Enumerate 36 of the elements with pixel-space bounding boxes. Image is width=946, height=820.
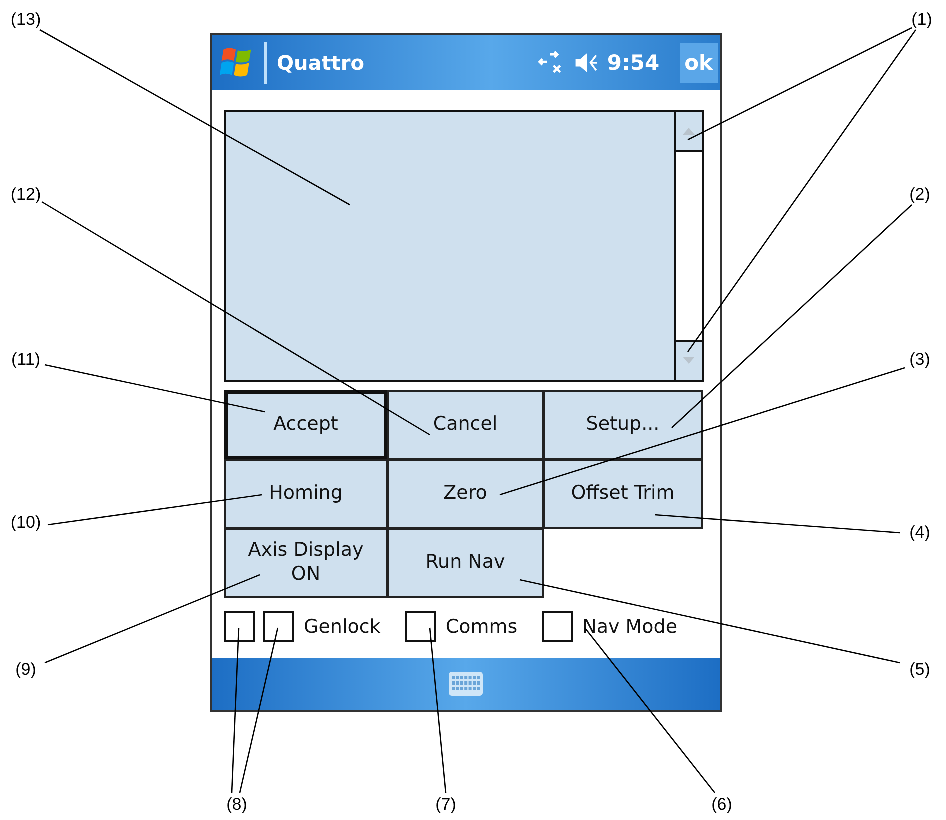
callout-number: (6): [712, 795, 732, 815]
checkbox[interactable]: [542, 611, 573, 642]
callout-number: (1): [912, 10, 932, 30]
command-button[interactable]: Accept: [224, 390, 388, 460]
command-button[interactable]: Axis Display ON: [224, 528, 388, 598]
callout-number: (9): [16, 660, 36, 680]
command-button[interactable]: Zero: [387, 459, 544, 529]
command-button[interactable]: Setup...: [543, 390, 703, 460]
checkbox[interactable]: [224, 611, 255, 642]
callout-number: (11): [12, 350, 40, 370]
up-arrow-icon: [682, 126, 696, 136]
command-button[interactable]: Cancel: [387, 390, 544, 460]
command-button[interactable]: Homing: [224, 459, 388, 529]
callout-number: (7): [436, 795, 456, 815]
command-button[interactable]: Offset Trim: [543, 459, 703, 529]
callout-number: (10): [10, 513, 42, 533]
callout-number: (8): [226, 795, 248, 815]
window-title: Quattro: [277, 50, 366, 74]
command-button[interactable]: Run Nav: [387, 528, 544, 598]
callout-number: (4): [910, 523, 930, 543]
down-arrow-icon: [682, 356, 696, 366]
checkbox-label[interactable]: Genlock: [304, 616, 381, 638]
checkbox[interactable]: [404, 611, 436, 642]
scroll-bar[interactable]: [674, 112, 702, 380]
list-box[interactable]: [224, 110, 704, 382]
checkbox[interactable]: [263, 611, 294, 642]
callout-number: (2): [910, 185, 930, 205]
callout-number: (5): [910, 660, 930, 680]
callout-number: (13): [10, 10, 42, 30]
scroll-down-button[interactable]: [676, 340, 702, 380]
checkbox-label[interactable]: Nav Mode: [582, 616, 678, 638]
scroll-up-button[interactable]: [676, 112, 702, 152]
callout-number: (12): [10, 185, 42, 205]
callout-number: (3): [910, 350, 930, 370]
clock-time: 9:54: [607, 50, 660, 74]
checkbox-label[interactable]: Comms: [446, 616, 518, 638]
